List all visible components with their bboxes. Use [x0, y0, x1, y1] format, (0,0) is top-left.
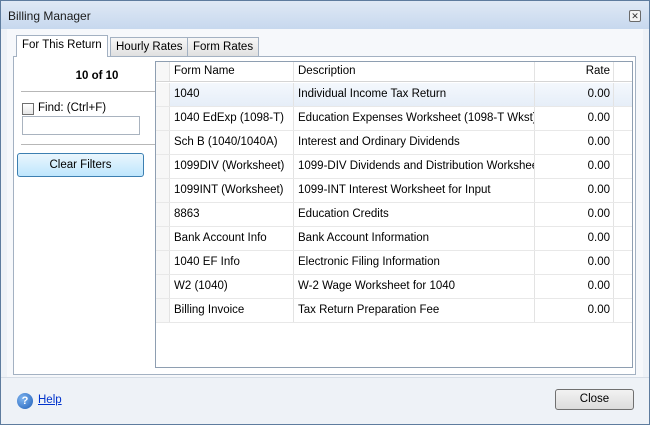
clear-filters-button[interactable]: Clear Filters	[17, 153, 144, 177]
close-button[interactable]: Close	[555, 389, 634, 410]
row-filler	[614, 251, 632, 274]
help-link[interactable]: Help	[38, 394, 62, 406]
rate-cell[interactable]: 0.00	[535, 275, 614, 298]
column-header-filler	[614, 62, 632, 81]
table-row[interactable]: Bank Account Info Bank Account Informatio…	[156, 227, 632, 251]
form-name-cell[interactable]: 1099INT (Worksheet)	[170, 179, 294, 202]
table-row[interactable]: 1040 Individual Income Tax Return 0.00	[156, 83, 632, 107]
rate-cell[interactable]: 0.00	[535, 251, 614, 274]
billing-manager-window: Billing Manager ✕ For This Return Hourly…	[0, 0, 650, 425]
row-filler	[614, 107, 632, 130]
divider	[21, 144, 171, 145]
rate-cell[interactable]: 0.00	[535, 155, 614, 178]
row-filler	[614, 83, 632, 106]
row-selector	[156, 299, 170, 322]
table-row[interactable]: 1099DIV (Worksheet) 1099-DIV Dividends an…	[156, 155, 632, 179]
tab-for-this-return[interactable]: For This Return	[16, 35, 108, 57]
form-name-cell[interactable]: W2 (1040)	[170, 275, 294, 298]
tab-panel: 10 of 10 Find: (Ctrl+F) Clear Filters Fo…	[13, 56, 636, 375]
column-header-rate[interactable]: Rate	[535, 62, 614, 81]
table-row[interactable]: 8863 Education Credits 0.00	[156, 203, 632, 227]
form-name-cell[interactable]: 1040	[170, 83, 294, 106]
description-cell[interactable]: 1099-DIV Dividends and Distribution Work…	[294, 155, 535, 178]
close-icon[interactable]: ✕	[629, 10, 641, 22]
find-label: Find: (Ctrl+F)	[38, 102, 107, 114]
row-selector	[156, 275, 170, 298]
description-cell[interactable]: Bank Account Information	[294, 227, 535, 250]
rate-cell[interactable]: 0.00	[535, 179, 614, 202]
description-cell[interactable]: Tax Return Preparation Fee	[294, 299, 535, 322]
help-icon[interactable]: ?	[17, 393, 33, 409]
table-row[interactable]: Sch B (1040/1040A) Interest and Ordinary …	[156, 131, 632, 155]
row-selector	[156, 83, 170, 106]
row-filler	[614, 179, 632, 202]
grid-header: Form Name Description Rate	[156, 62, 632, 82]
forms-grid: Form Name Description Rate 1040 Individua…	[155, 61, 633, 368]
window-title: Billing Manager	[8, 9, 91, 23]
form-name-cell[interactable]: 1040 EdExp (1098-T)	[170, 107, 294, 130]
rate-cell[interactable]: 0.00	[535, 83, 614, 106]
row-filler	[614, 275, 632, 298]
tab-hourly-rates[interactable]: Hourly Rates	[110, 37, 189, 56]
description-cell[interactable]: Electronic Filing Information	[294, 251, 535, 274]
description-cell[interactable]: Education Credits	[294, 203, 535, 226]
table-row[interactable]: W2 (1040) W-2 Wage Worksheet for 1040 0.00	[156, 275, 632, 299]
rate-cell[interactable]: 0.00	[535, 299, 614, 322]
record-count: 10 of 10	[75, 70, 119, 82]
dialog-footer: ? Help Close	[1, 377, 649, 424]
row-header-cell	[156, 62, 170, 81]
table-row[interactable]: 1040 EdExp (1098-T) Education Expenses Wo…	[156, 107, 632, 131]
rate-cell[interactable]: 0.00	[535, 131, 614, 154]
form-name-cell[interactable]: Bank Account Info	[170, 227, 294, 250]
column-header-form-name[interactable]: Form Name	[170, 62, 294, 81]
row-selector	[156, 131, 170, 154]
rate-cell[interactable]: 0.00	[535, 203, 614, 226]
description-cell[interactable]: Interest and Ordinary Dividends	[294, 131, 535, 154]
find-input[interactable]	[22, 116, 140, 135]
row-selector	[156, 179, 170, 202]
dialog-body: For This Return Hourly Rates Form Rates …	[7, 29, 643, 377]
row-selector	[156, 155, 170, 178]
row-filler	[614, 203, 632, 226]
form-name-cell[interactable]: 8863	[170, 203, 294, 226]
form-name-cell[interactable]: 1040 EF Info	[170, 251, 294, 274]
row-filler	[614, 155, 632, 178]
table-row[interactable]: 1040 EF Info Electronic Filing Informatio…	[156, 251, 632, 275]
form-name-cell[interactable]: Sch B (1040/1040A)	[170, 131, 294, 154]
column-header-description[interactable]: Description	[294, 62, 535, 81]
row-filler	[614, 227, 632, 250]
row-filler	[614, 131, 632, 154]
form-name-cell[interactable]: 1099DIV (Worksheet)	[170, 155, 294, 178]
row-selector	[156, 203, 170, 226]
title-bar[interactable]: Billing Manager ✕	[1, 1, 649, 29]
tab-form-rates[interactable]: Form Rates	[187, 37, 260, 56]
form-name-cell[interactable]: Billing Invoice	[170, 299, 294, 322]
description-cell[interactable]: 1099-INT Interest Worksheet for Input	[294, 179, 535, 202]
row-filler	[614, 299, 632, 322]
table-row[interactable]: 1099INT (Worksheet) 1099-INT Interest Wor…	[156, 179, 632, 203]
find-checkbox[interactable]	[22, 103, 34, 115]
table-row[interactable]: Billing Invoice Tax Return Preparation Fe…	[156, 299, 632, 323]
rate-cell[interactable]: 0.00	[535, 227, 614, 250]
description-cell[interactable]: Individual Income Tax Return	[294, 83, 535, 106]
row-selector	[156, 251, 170, 274]
row-selector	[156, 107, 170, 130]
row-selector	[156, 227, 170, 250]
description-cell[interactable]: W-2 Wage Worksheet for 1040	[294, 275, 535, 298]
description-cell[interactable]: Education Expenses Worksheet (1098-T Wks…	[294, 107, 535, 130]
divider	[21, 91, 171, 92]
rate-cell[interactable]: 0.00	[535, 107, 614, 130]
